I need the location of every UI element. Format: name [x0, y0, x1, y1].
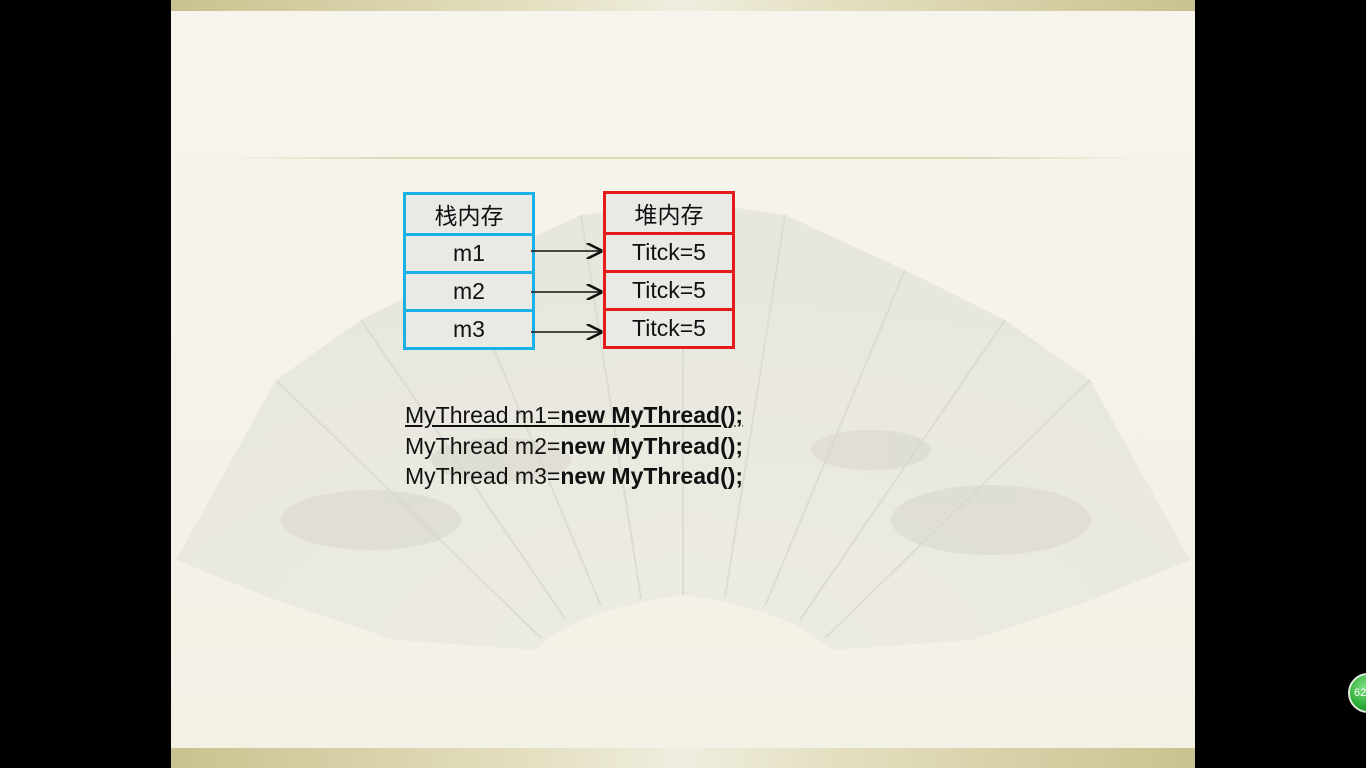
stack-cell-m2: m2	[406, 271, 532, 309]
code-line-2: MyThread m2=new MyThread();	[405, 432, 744, 459]
stack-memory-table: 栈内存 m1 m2 m3	[403, 192, 535, 350]
code-line-3: MyThread m3=new MyThread();	[405, 463, 744, 489]
heap-memory-table: 堆内存 Titck=5 Titck=5 Titck=5	[603, 191, 735, 349]
heap-cell-3: Titck=5	[606, 308, 732, 346]
code-block: MyThread m1=new MyThread(); MyThread m2=…	[405, 400, 743, 492]
slide: 栈内存 m1 m2 m3 堆内存 Titck=5 Titck=5 Titck=5…	[171, 0, 1195, 768]
stack-header: 栈内存	[434, 203, 504, 229]
reference-arrows	[531, 230, 605, 350]
heap-cell-1: Titck=5	[606, 232, 732, 270]
code-line-1: MyThread m1=new MyThread();	[405, 402, 744, 428]
fan-background-image	[176, 200, 1190, 650]
heap-cell-2: Titck=5	[606, 270, 732, 308]
page-number-badge[interactable]: 62	[1348, 673, 1366, 713]
stack-cell-m3: m3	[406, 309, 532, 347]
heap-header: 堆内存	[634, 202, 704, 228]
stack-cell-m1: m1	[406, 233, 532, 271]
bottom-band	[171, 748, 1195, 768]
